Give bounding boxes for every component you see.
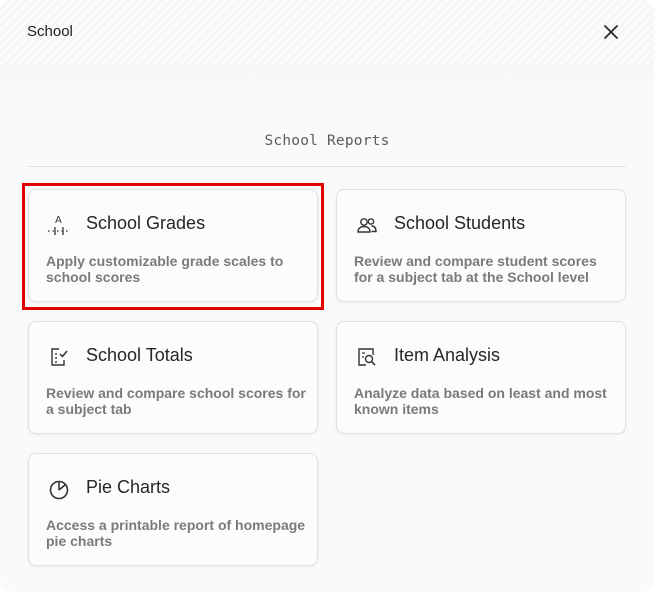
card-title: School Grades	[86, 213, 206, 233]
card-description: Analyze data based on least and most kno…	[354, 385, 607, 417]
card-description: Access a printable report of homepage pi…	[46, 517, 306, 549]
card-description: Review and compare school scores for a s…	[46, 385, 306, 417]
dialog-title: School	[27, 23, 73, 40]
card-description: Apply customizable grade scales to schoo…	[46, 253, 284, 285]
close-button[interactable]	[598, 19, 624, 45]
students-icon	[354, 212, 380, 238]
dialog-header	[0, 0, 654, 94]
section-divider	[27, 166, 626, 167]
close-icon	[604, 25, 618, 39]
pie-chart-icon	[46, 476, 72, 502]
checklist-icon	[46, 344, 72, 370]
card-title: Pie Charts	[86, 477, 171, 497]
pie-charts-card[interactable]: Pie Charts Access a printable report of …	[28, 453, 318, 566]
grade-scale-icon: A	[46, 212, 72, 238]
school-students-card[interactable]: School Students Review and compare stude…	[336, 189, 626, 302]
section-title: School Reports	[264, 133, 390, 149]
svg-text:A: A	[55, 215, 62, 226]
school-dialog: School School Reports A School Grades Ap…	[0, 0, 654, 592]
school-totals-card[interactable]: School Totals Review and compare school …	[28, 321, 318, 434]
card-title: School Totals	[86, 345, 193, 365]
item-analysis-card[interactable]: Item Analysis Analyze data based on leas…	[336, 321, 626, 434]
document-search-icon	[354, 344, 380, 370]
card-description: Review and compare student scores for a …	[354, 253, 597, 285]
card-title: School Students	[394, 213, 526, 233]
card-title: Item Analysis	[394, 345, 501, 365]
school-grades-card[interactable]: A School Grades Apply customizable grade…	[28, 189, 318, 302]
